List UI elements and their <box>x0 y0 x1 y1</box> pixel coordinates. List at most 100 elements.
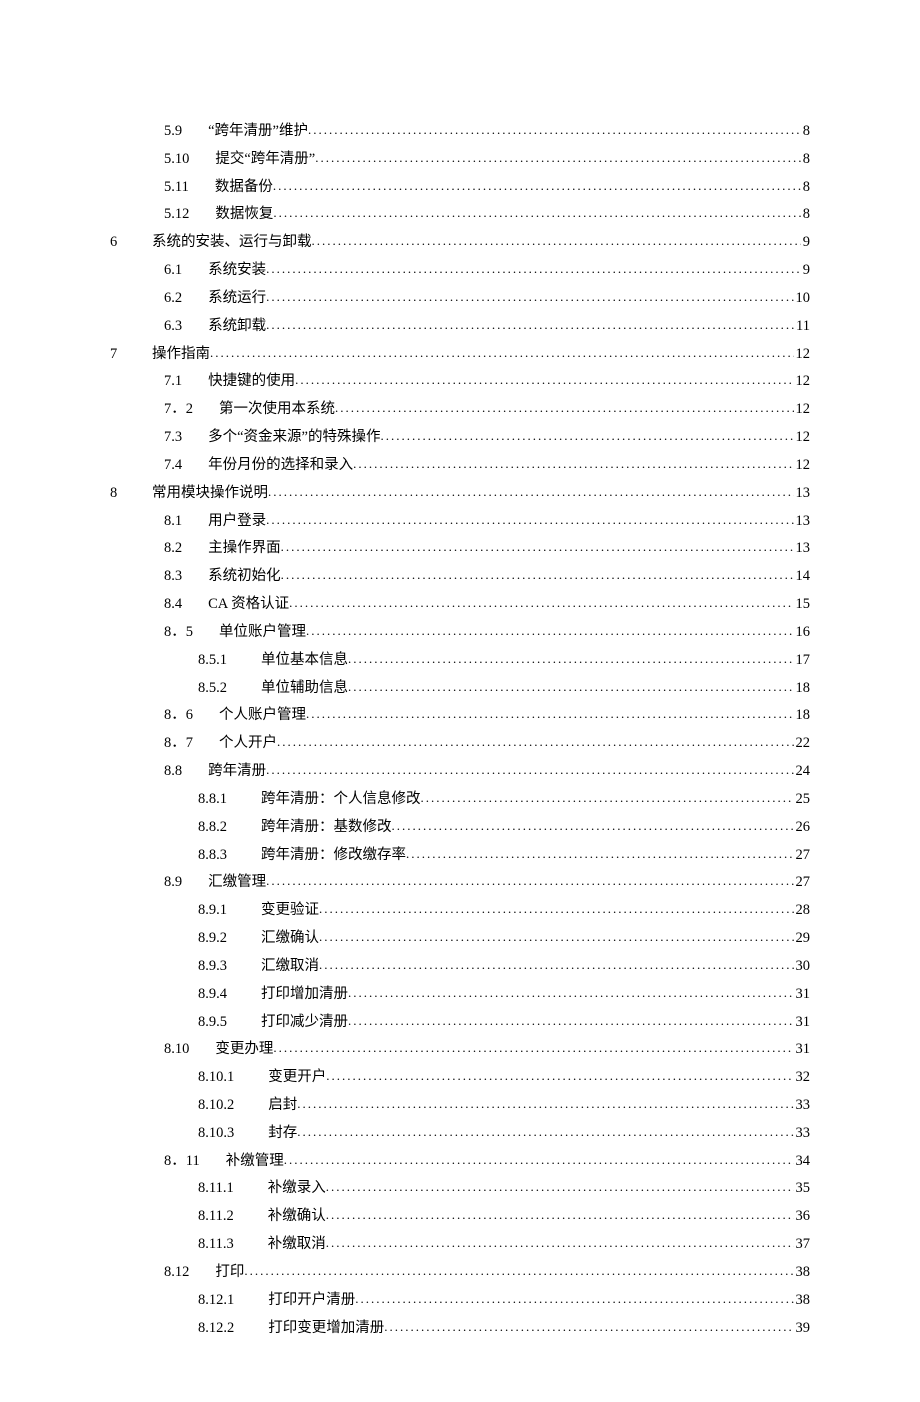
toc-leader-dots <box>295 368 793 393</box>
toc-entry: 8．5单位账户管理16 <box>110 619 810 647</box>
toc-entry: 7．2第一次使用本系统12 <box>110 396 810 424</box>
toc-entry: 8.2主操作界面13 <box>110 535 810 563</box>
toc-entry: 8.9.2汇缴确认29 <box>110 925 810 953</box>
toc-page-number: 39 <box>794 1315 811 1343</box>
toc-entry: 5.10提交“跨年清册”8 <box>110 146 810 174</box>
toc-entry: 7操作指南12 <box>110 341 810 369</box>
toc-title: 系统运行 <box>208 285 266 313</box>
toc-page-number: 8 <box>801 118 810 146</box>
toc-title: 变更开户 <box>268 1064 326 1092</box>
toc-entry: 6.3系统卸载11 <box>110 313 810 341</box>
toc-page-number: 16 <box>794 619 811 647</box>
toc-page-number: 22 <box>794 730 811 758</box>
toc-page-number: 15 <box>794 591 811 619</box>
toc-section-number: 7.4 <box>164 452 182 480</box>
toc-section-number: 8.8 <box>164 758 182 786</box>
toc-leader-dots <box>284 1148 794 1173</box>
toc-title: 变更验证 <box>261 897 319 925</box>
toc-page: 5.9“跨年清册”维护85.10提交“跨年清册”85.11数据备份85.12数据… <box>0 0 920 1402</box>
toc-leader-dots <box>244 1259 793 1284</box>
toc-leader-dots <box>266 257 801 282</box>
toc-section-number: 5.11 <box>164 174 189 202</box>
toc-entry: 6.2系统运行10 <box>110 285 810 313</box>
toc-title: 常用模块操作说明 <box>152 480 268 508</box>
toc-page-number: 8 <box>801 201 810 229</box>
toc-page-number: 25 <box>794 786 811 814</box>
toc-page-number: 32 <box>794 1064 811 1092</box>
toc-leader-dots <box>348 675 794 700</box>
toc-leader-dots <box>355 1287 793 1312</box>
toc-title: 多个“资金来源”的特殊操作 <box>208 424 380 452</box>
toc-leader-dots <box>319 897 794 922</box>
toc-leader-dots <box>312 229 801 254</box>
toc-page-number: 24 <box>794 758 811 786</box>
toc-title: 变更办理 <box>215 1036 273 1064</box>
toc-section-number: 8.3 <box>164 563 182 591</box>
toc-section-number: 7.3 <box>164 424 182 452</box>
toc-title: 个人开户 <box>219 730 277 758</box>
toc-page-number: 31 <box>794 1009 811 1037</box>
toc-section-number: 6.2 <box>164 285 182 313</box>
toc-entry: 8.9.4打印增加清册31 <box>110 981 810 1009</box>
toc-section-number: 8．7 <box>164 730 193 758</box>
toc-page-number: 18 <box>794 675 811 703</box>
toc-section-number: 8.11.3 <box>198 1231 234 1259</box>
toc-title: 汇缴确认 <box>261 925 319 953</box>
toc-title: 提交“跨年清册” <box>215 146 315 174</box>
toc-leader-dots <box>326 1064 793 1089</box>
toc-page-number: 9 <box>801 257 810 285</box>
toc-entry: 8.8.1跨年清册：个人信息修改25 <box>110 786 810 814</box>
toc-leader-dots <box>326 1203 794 1228</box>
toc-leader-dots <box>306 619 794 644</box>
toc-entry: 7.1快捷键的使用12 <box>110 368 810 396</box>
toc-section-number: 5.9 <box>164 118 182 146</box>
toc-title: 跨年清册：修改缴存率 <box>261 842 406 870</box>
toc-leader-dots <box>319 953 794 978</box>
toc-page-number: 12 <box>794 396 811 424</box>
toc-section-number: 8.11.2 <box>198 1203 234 1231</box>
toc-entry: 6.1系统安装9 <box>110 257 810 285</box>
toc-leader-dots <box>384 1315 793 1340</box>
toc-title: 汇缴取消 <box>261 953 319 981</box>
toc-leader-dots <box>326 1175 794 1200</box>
toc-entry: 8.9汇缴管理27 <box>110 869 810 897</box>
toc-title: 补缴录入 <box>268 1175 326 1203</box>
toc-leader-dots <box>277 730 794 755</box>
toc-title: 打印减少清册 <box>261 1009 348 1037</box>
toc-leader-dots <box>210 341 794 366</box>
toc-entry: 8.11.2补缴确认36 <box>110 1203 810 1231</box>
toc-entry: 8.10.2启封33 <box>110 1092 810 1120</box>
toc-title: 单位辅助信息 <box>261 675 348 703</box>
toc-title: 数据恢复 <box>215 201 273 229</box>
toc-entry: 8.8.3跨年清册：修改缴存率27 <box>110 842 810 870</box>
toc-section-number: 7．2 <box>164 396 193 424</box>
toc-entry: 8．11补缴管理34 <box>110 1148 810 1176</box>
toc-section-number: 8.9.4 <box>198 981 227 1009</box>
toc-page-number: 13 <box>794 508 811 536</box>
toc-section-number: 6.3 <box>164 313 182 341</box>
toc-leader-dots <box>281 535 794 560</box>
toc-leader-dots <box>273 201 800 226</box>
toc-entry: 8常用模块操作说明13 <box>110 480 810 508</box>
toc-section-number: 8.1 <box>164 508 182 536</box>
toc-page-number: 29 <box>794 925 811 953</box>
toc-page-number: 14 <box>794 563 811 591</box>
toc-page-number: 26 <box>794 814 811 842</box>
toc-leader-dots <box>266 313 794 338</box>
toc-section-number: 8．6 <box>164 702 193 730</box>
toc-entry: 8.10.1变更开户32 <box>110 1064 810 1092</box>
toc-page-number: 17 <box>794 647 811 675</box>
toc-page-number: 12 <box>794 368 811 396</box>
toc-entry: 8.8跨年清册24 <box>110 758 810 786</box>
toc-page-number: 11 <box>794 313 810 341</box>
toc-title: 补缴管理 <box>226 1148 284 1176</box>
toc-entry: 8.10变更办理31 <box>110 1036 810 1064</box>
toc-title: 主操作界面 <box>208 535 281 563</box>
toc-title: 打印 <box>215 1259 244 1287</box>
toc-leader-dots <box>289 591 793 616</box>
toc-entry: 8.3系统初始化14 <box>110 563 810 591</box>
toc-leader-dots <box>353 452 793 477</box>
toc-section-number: 5.10 <box>164 146 189 174</box>
toc-chapter-number: 7 <box>110 341 134 369</box>
toc-section-number: 8.11.1 <box>198 1175 234 1203</box>
